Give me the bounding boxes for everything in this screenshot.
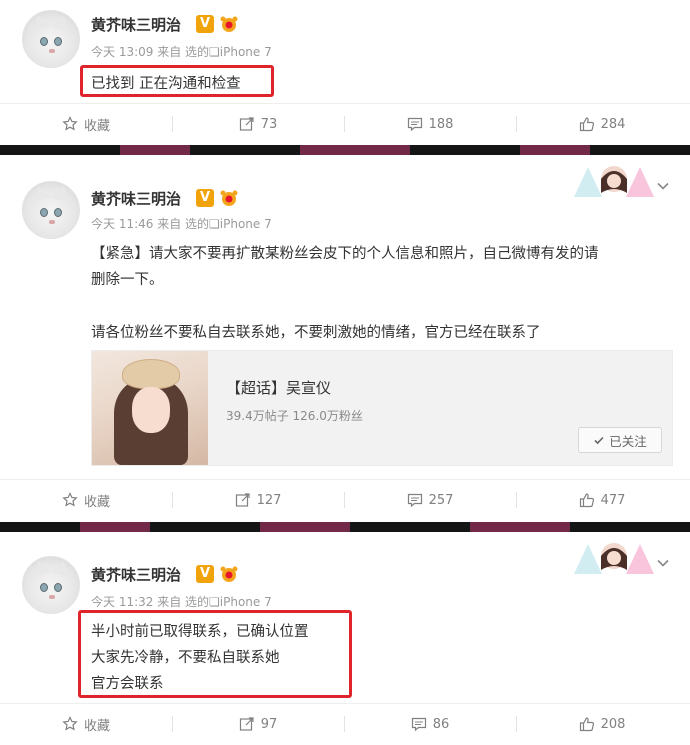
like-count: 477 (600, 492, 626, 508)
avatar[interactable] (22, 10, 80, 68)
repost-icon (239, 717, 254, 731)
post-meta: 今天 13:09 来自 选的❏iPhone 7 (91, 45, 272, 59)
like-icon (579, 117, 594, 132)
crown-badge-icon (220, 190, 238, 206)
verified-badge: V (196, 15, 214, 33)
star-icon (62, 492, 78, 507)
idol-sticker-icon (574, 543, 654, 574)
post-text-line: 请各位粉丝不要私自去联系她，不要刺激她的情绪，官方已经在联系了 (91, 325, 541, 341)
topic-stats: 39.4万帖子 126.0万粉丝 (226, 409, 363, 423)
post-text-line: 【紧急】请大家不要再扩散某粉丝会皮下的个人信息和照片，自己微博有发的请 (91, 246, 599, 262)
post-meta: 今天 11:46 来自 选的❏iPhone 7 (91, 217, 272, 231)
comment-count: 257 (428, 492, 454, 508)
followed-label: 已关注 (609, 433, 647, 449)
favorite-label: 收藏 (83, 494, 110, 510)
verified-badge: V (196, 565, 214, 583)
avatar[interactable] (22, 556, 80, 614)
highlight-box (78, 610, 352, 698)
comment-count: 86 (432, 716, 450, 732)
repost-icon (239, 117, 254, 131)
favorite-button[interactable]: 收藏 (0, 704, 172, 744)
repost-count: 97 (260, 716, 278, 732)
repost-count: 73 (260, 116, 278, 132)
post-meta: 今天 11:32 来自 选的❏iPhone 7 (91, 595, 272, 609)
favorite-label: 收藏 (83, 118, 110, 134)
like-button[interactable]: 477 (516, 480, 688, 520)
verified-badge: V (196, 189, 214, 207)
action-bar: 收藏 73 188 284 (0, 103, 690, 143)
repost-count: 127 (256, 492, 282, 508)
super-topic-card[interactable]: 【超话】吴宣仪 39.4万帖子 126.0万粉丝 已关注 (91, 350, 673, 466)
comment-icon (411, 717, 426, 732)
like-icon (579, 493, 594, 508)
idol-sticker-icon (574, 166, 654, 197)
author-name[interactable]: 黄芥味三明治 (91, 564, 181, 585)
comment-button[interactable]: 257 (344, 480, 516, 520)
post-1: 黄芥味三明治 V 今天 13:09 来自 选的❏iPhone 7 已找到 正在沟… (0, 0, 690, 144)
comment-count: 188 (428, 116, 454, 132)
repost-button[interactable]: 97 (172, 704, 344, 744)
comment-icon (407, 493, 422, 508)
separator (0, 145, 690, 155)
favorite-button[interactable]: 收藏 (0, 480, 172, 520)
topic-thumbnail (92, 351, 208, 465)
repost-button[interactable]: 127 (172, 480, 344, 520)
check-icon (594, 436, 604, 445)
author-name[interactable]: 黄芥味三明治 (91, 14, 181, 35)
comment-button[interactable]: 188 (344, 104, 516, 144)
post-2: 黄芥味三明治 V 今天 11:46 来自 选的❏iPhone 7 【紧急】请大家… (0, 157, 690, 522)
comment-button[interactable]: 86 (344, 704, 516, 744)
followed-button[interactable]: 已关注 (578, 427, 662, 453)
crown-badge-icon (220, 566, 238, 582)
avatar[interactable] (22, 181, 80, 239)
topic-title: 【超话】吴宣仪 (226, 379, 332, 397)
like-count: 284 (600, 116, 626, 132)
favorite-button[interactable]: 收藏 (0, 104, 172, 144)
separator (0, 522, 690, 532)
star-icon (62, 116, 78, 131)
chevron-down-icon[interactable] (656, 179, 670, 193)
star-icon (62, 716, 78, 731)
highlight-box (80, 65, 274, 97)
like-button[interactable]: 284 (516, 104, 688, 144)
repost-button[interactable]: 73 (172, 104, 344, 144)
repost-icon (235, 493, 250, 507)
like-icon (579, 717, 594, 732)
comment-icon (407, 117, 422, 132)
favorite-label: 收藏 (83, 718, 110, 734)
action-bar: 收藏 127 257 477 (0, 479, 690, 519)
crown-badge-icon (220, 16, 238, 32)
chevron-down-icon[interactable] (656, 556, 670, 570)
like-count: 208 (600, 716, 626, 732)
like-button[interactable]: 208 (516, 704, 688, 744)
author-name[interactable]: 黄芥味三明治 (91, 188, 181, 209)
post-text-line: 删除一下。 (91, 272, 164, 288)
post-3: 黄芥味三明治 V 今天 11:32 来自 选的❏iPhone 7 半小时前已取得… (0, 534, 690, 745)
action-bar: 收藏 97 86 208 (0, 703, 690, 743)
